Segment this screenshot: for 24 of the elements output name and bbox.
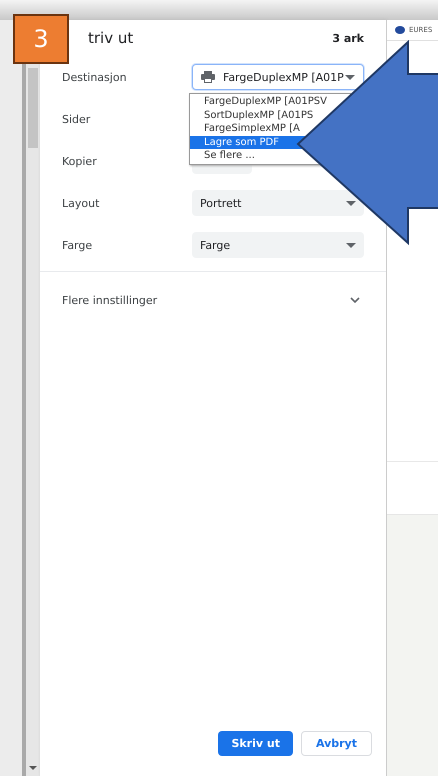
caret-icon: [346, 242, 356, 248]
caret-icon: [346, 200, 356, 206]
select-value: FargeDuplexMP [A01P: [223, 70, 345, 84]
sheet-count: 3 ark: [332, 32, 364, 44]
dropdown-select[interactable]: Portrett: [192, 190, 364, 216]
caret-icon: [345, 74, 355, 80]
setting-label: Sider: [62, 112, 92, 126]
setting-label: Kopier: [62, 154, 98, 168]
more-settings-toggle[interactable]: Flere innstillinger: [40, 272, 386, 328]
step-badge: 3: [13, 14, 69, 64]
chevron-down-icon: [350, 297, 360, 303]
destination-select[interactable]: FargeDuplexMP [A01P: [192, 64, 364, 90]
setting-label: Farge: [62, 238, 94, 252]
printer-icon: [201, 71, 215, 83]
cancel-button[interactable]: Avbryt: [300, 731, 372, 756]
dropdown-select[interactable]: Farge: [192, 232, 364, 258]
setting-label: Destinasjon: [62, 70, 128, 84]
logo-icon: [395, 26, 405, 34]
select-value: Farge: [200, 238, 232, 252]
setting-label: Layout: [62, 196, 100, 210]
scrollbar-thumb[interactable]: [28, 68, 38, 148]
select-value: Portrett: [200, 196, 242, 210]
print-button[interactable]: Skriv ut: [218, 731, 293, 756]
dialog-title: triv ut: [88, 29, 134, 47]
